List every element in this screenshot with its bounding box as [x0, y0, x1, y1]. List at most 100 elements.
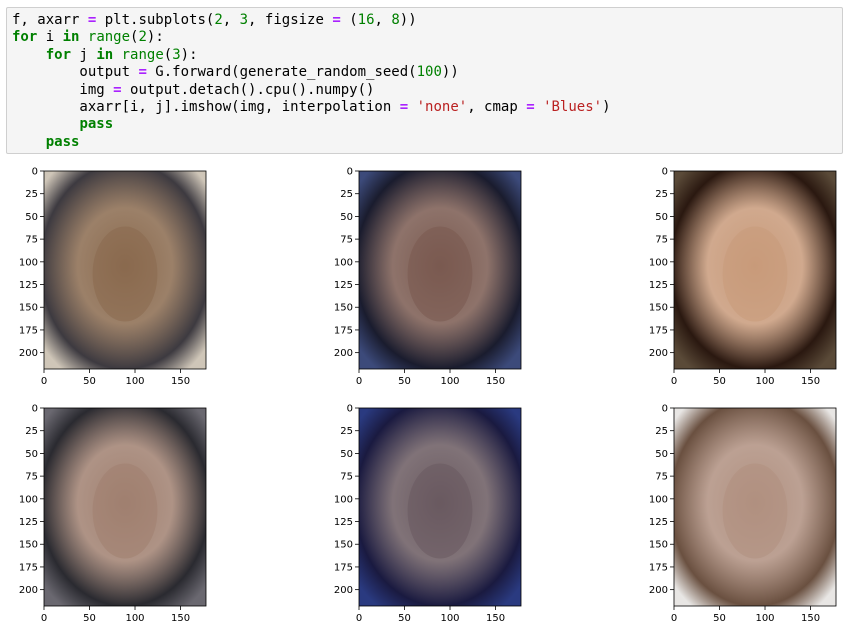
- subplot-svg: 0 50 100 150 0 25 50 75 100 125 150 175 200: [649, 167, 837, 387]
- x-tick-label: 50: [713, 613, 726, 624]
- x-tick-label: 150: [171, 376, 190, 387]
- y-tick-label: 0: [662, 167, 668, 178]
- face-region: [92, 463, 158, 559]
- subplot-svg: 0 50 100 150 0 25 50 75 100 125 150 175 200: [649, 404, 837, 624]
- face-region: [722, 226, 788, 322]
- y-tick-label: 125: [19, 517, 38, 528]
- y-tick-label: 150: [19, 303, 38, 314]
- y-tick-label: 25: [340, 189, 353, 200]
- y-tick-label: 75: [25, 235, 38, 246]
- y-tick-label: 75: [25, 472, 38, 483]
- y-tick-label: 200: [649, 348, 668, 359]
- y-tick-label: 100: [649, 257, 668, 268]
- subplot-0-0: 0 50 100 150 0 25 50 75 100 125 150 175 200: [0, 160, 210, 387]
- x-tick-label: 150: [801, 376, 820, 387]
- y-tick-label: 200: [19, 348, 38, 359]
- y-tick-label: 125: [19, 280, 38, 291]
- subplot-1-0: 0 50 100 150 0 25 50 75 100 125 150 175 200: [0, 397, 210, 624]
- x-tick-label: 150: [171, 613, 190, 624]
- y-tick-label: 25: [340, 426, 353, 437]
- x-tick-label: 100: [440, 613, 459, 624]
- y-tick-label: 50: [340, 212, 353, 223]
- code-editor[interactable]: f, axarr = plt.subplots(2, 3, figsize = …: [12, 12, 611, 151]
- y-tick-label: 0: [32, 404, 38, 415]
- x-tick-label: 150: [486, 613, 505, 624]
- x-tick-label: 100: [755, 613, 774, 624]
- x-tick-label: 0: [671, 376, 677, 387]
- x-tick-label: 50: [713, 376, 726, 387]
- y-tick-label: 25: [655, 189, 668, 200]
- y-tick-label: 50: [655, 449, 668, 460]
- y-tick-label: 0: [32, 167, 38, 178]
- x-tick-label: 150: [486, 376, 505, 387]
- y-tick-label: 100: [334, 494, 353, 505]
- x-tick-label: 50: [398, 613, 411, 624]
- code-line-6: axarr[i, j].imshow(img, interpolation = …: [12, 99, 611, 116]
- x-tick-label: 0: [41, 376, 47, 387]
- y-tick-label: 175: [334, 562, 353, 573]
- x-tick-label: 100: [440, 376, 459, 387]
- y-tick-label: 75: [340, 235, 353, 246]
- y-tick-label: 200: [19, 585, 38, 596]
- code-line-1: f, axarr = plt.subplots(2, 3, figsize = …: [12, 12, 417, 28]
- y-tick-label: 150: [19, 540, 38, 551]
- y-tick-label: 50: [340, 449, 353, 460]
- y-tick-label: 100: [19, 494, 38, 505]
- x-tick-label: 0: [671, 613, 677, 624]
- y-tick-label: 125: [334, 280, 353, 291]
- code-line-3: for j in range(3):: [45, 46, 198, 63]
- x-tick-label: 100: [125, 613, 144, 624]
- x-tick-label: 150: [801, 613, 820, 624]
- y-tick-label: 75: [340, 472, 353, 483]
- code-line-7: pass: [79, 116, 114, 133]
- code-cell[interactable]: f, axarr = plt.subplots(2, 3, figsize = …: [6, 7, 843, 154]
- face-region: [407, 463, 473, 559]
- y-tick-label: 0: [662, 404, 668, 415]
- y-tick-label: 175: [334, 325, 353, 336]
- y-tick-label: 75: [655, 472, 668, 483]
- y-tick-label: 150: [649, 540, 668, 551]
- face-region: [92, 226, 158, 322]
- y-tick-label: 25: [655, 426, 668, 437]
- y-tick-label: 125: [649, 280, 668, 291]
- code-line-5: img = output.detach().cpu().numpy(): [12, 81, 375, 98]
- y-tick-label: 50: [655, 212, 668, 223]
- x-tick-label: 0: [41, 613, 47, 624]
- subplot-1-2: 0 50 100 150 0 25 50 75 100 125 150 175 200: [630, 397, 840, 624]
- x-tick-label: 100: [125, 376, 144, 387]
- subplot-svg: 0 50 100 150 0 25 50 75 100 125 150 175 200: [334, 404, 522, 624]
- code-line-2: for i in range(2):: [12, 29, 164, 46]
- y-tick-label: 125: [649, 517, 668, 528]
- y-tick-label: 200: [334, 585, 353, 596]
- y-tick-label: 50: [25, 212, 38, 223]
- subplot-0-2: 0 50 100 150 0 25 50 75 100 125 150 175 200: [630, 160, 840, 387]
- code-line-4: output = G.forward(generate_random_seed(…: [12, 64, 459, 81]
- x-tick-label: 50: [83, 376, 96, 387]
- x-tick-label: 0: [356, 613, 362, 624]
- code-line-8: pass: [45, 133, 80, 150]
- subplot-svg: 0 50 100 150 0 25 50 75 100 125 150 175 200: [334, 167, 522, 387]
- subplot-svg: 0 50 100 150 0 25 50 75 100 125 150 175 200: [19, 167, 207, 387]
- y-tick-label: 125: [334, 517, 353, 528]
- y-tick-label: 175: [19, 325, 38, 336]
- y-tick-label: 150: [334, 540, 353, 551]
- y-tick-label: 75: [655, 235, 668, 246]
- y-tick-label: 175: [19, 562, 38, 573]
- y-tick-label: 200: [649, 585, 668, 596]
- subplot-0-1: 0 50 100 150 0 25 50 75 100 125 150 175 200: [315, 160, 525, 387]
- y-tick-label: 175: [649, 562, 668, 573]
- subplot-1-1: 0 50 100 150 0 25 50 75 100 125 150 175 200: [315, 397, 525, 624]
- y-tick-label: 25: [25, 189, 38, 200]
- y-tick-label: 100: [334, 257, 353, 268]
- y-tick-label: 50: [25, 449, 38, 460]
- y-tick-label: 150: [334, 303, 353, 314]
- x-tick-label: 50: [83, 613, 96, 624]
- y-tick-label: 150: [649, 303, 668, 314]
- y-tick-label: 200: [334, 348, 353, 359]
- y-tick-label: 0: [347, 404, 353, 415]
- x-tick-label: 0: [356, 376, 362, 387]
- y-tick-label: 100: [19, 257, 38, 268]
- x-tick-label: 50: [398, 376, 411, 387]
- subplot-svg: 0 50 100 150 0 25 50 75 100 125 150 175 200: [19, 404, 207, 624]
- y-tick-label: 0: [347, 167, 353, 178]
